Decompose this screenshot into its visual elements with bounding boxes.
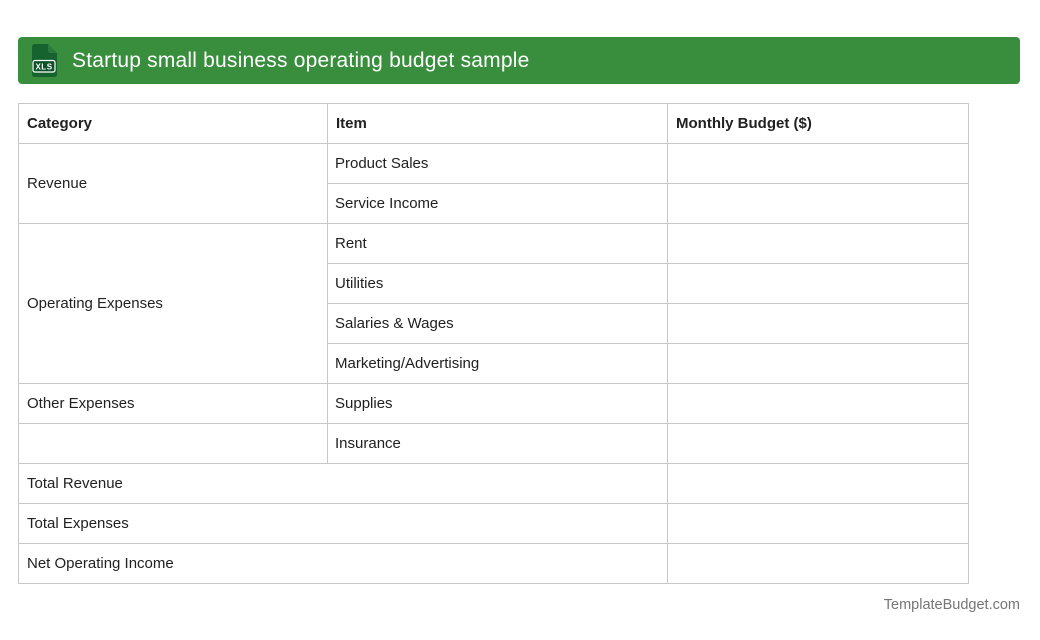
column-header-category: Category: [19, 104, 328, 144]
budget-cell: [668, 184, 969, 224]
category-cell-empty: [19, 424, 328, 464]
category-cell-operating-expenses: Operating Expenses: [19, 224, 328, 384]
table-row: Operating Expenses Rent: [19, 224, 969, 264]
column-header-item: Item: [328, 104, 668, 144]
page-title: Startup small business operating budget …: [72, 49, 529, 73]
item-cell-service-income: Service Income: [328, 184, 668, 224]
budget-cell: [668, 464, 969, 504]
item-cell-product-sales: Product Sales: [328, 144, 668, 184]
budget-cell: [668, 424, 969, 464]
table-header-row: Category Item Monthly Budget ($): [19, 104, 969, 144]
summary-label-total-revenue: Total Revenue: [19, 464, 668, 504]
page: XLS Startup small business operating bud…: [0, 0, 1040, 640]
table-row: Revenue Product Sales: [19, 144, 969, 184]
summary-row: Net Operating Income: [19, 544, 969, 584]
table-row: Other Expenses Supplies: [19, 384, 969, 424]
category-cell-revenue: Revenue: [19, 144, 328, 224]
header-bar: XLS Startup small business operating bud…: [18, 37, 1020, 84]
item-cell-supplies: Supplies: [328, 384, 668, 424]
budget-cell: [668, 224, 969, 264]
item-cell-rent: Rent: [328, 224, 668, 264]
summary-row: Total Revenue: [19, 464, 969, 504]
column-header-monthly-budget: Monthly Budget ($): [668, 104, 969, 144]
table-row: Insurance: [19, 424, 969, 464]
budget-cell: [668, 264, 969, 304]
budget-cell: [668, 304, 969, 344]
category-cell-other-expenses: Other Expenses: [19, 384, 328, 424]
budget-cell: [668, 384, 969, 424]
summary-row: Total Expenses: [19, 504, 969, 544]
budget-cell: [668, 144, 969, 184]
xls-icon-label: XLS: [35, 63, 52, 72]
budget-cell: [668, 344, 969, 384]
summary-label-net-operating-income: Net Operating Income: [19, 544, 668, 584]
item-cell-utilities: Utilities: [328, 264, 668, 304]
xls-file-icon: XLS: [32, 44, 57, 77]
footer-site-text: TemplateBudget.com: [884, 597, 1020, 613]
item-cell-marketing-advertising: Marketing/Advertising: [328, 344, 668, 384]
item-cell-salaries-wages: Salaries & Wages: [328, 304, 668, 344]
summary-label-total-expenses: Total Expenses: [19, 504, 668, 544]
item-cell-insurance: Insurance: [328, 424, 668, 464]
budget-cell: [668, 504, 969, 544]
budget-table: Category Item Monthly Budget ($) Revenue…: [18, 103, 969, 584]
budget-cell: [668, 544, 969, 584]
